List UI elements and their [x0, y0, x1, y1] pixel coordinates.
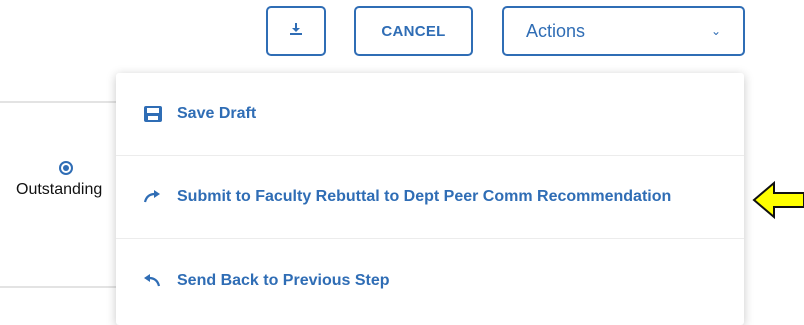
actions-menu: Save Draft Submit to Faculty Rebuttal to… — [116, 73, 744, 325]
menu-item-send-back[interactable]: Send Back to Previous Step — [116, 239, 744, 322]
highlight-arrow-icon — [752, 180, 804, 220]
menu-item-label: Submit to Faculty Rebuttal to Dept Peer … — [177, 188, 672, 205]
download-icon — [289, 22, 303, 41]
menu-item-save-draft[interactable]: Save Draft — [116, 73, 744, 156]
menu-item-label: Send Back to Previous Step — [177, 271, 390, 289]
actions-label: Actions — [526, 20, 586, 41]
divider — [0, 286, 116, 288]
radio-selected-dot — [63, 165, 69, 171]
radio-outstanding[interactable] — [59, 161, 73, 175]
back-arrow-icon — [143, 273, 167, 288]
menu-item-submit-rebuttal[interactable]: Submit to Faculty Rebuttal to Dept Peer … — [116, 156, 744, 239]
radio-label-outstanding: Outstanding — [16, 181, 103, 198]
chevron-down-icon: ⌄ — [710, 24, 721, 38]
save-icon — [143, 105, 167, 123]
forward-arrow-icon — [143, 190, 167, 204]
menu-item-label: Save Draft — [177, 105, 257, 122]
actions-dropdown[interactable]: Actions ⌄ — [502, 6, 745, 56]
download-button[interactable] — [266, 6, 326, 56]
divider — [0, 101, 116, 103]
cancel-button[interactable]: CANCEL — [354, 6, 473, 56]
